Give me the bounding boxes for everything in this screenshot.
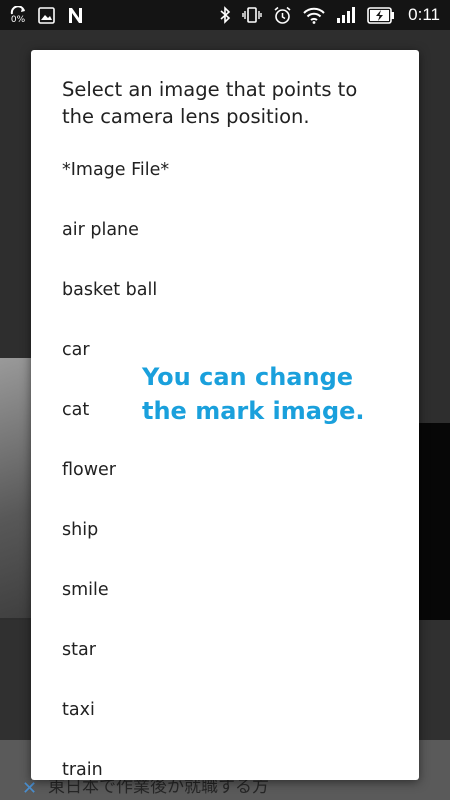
overlay-annotation-line-2: the mark image. [142, 397, 365, 425]
clock: 0:11 [408, 5, 440, 24]
image-icon [38, 6, 55, 24]
option-train[interactable]: train [31, 740, 419, 780]
vibrate-icon [242, 6, 262, 24]
option-image-file[interactable]: *Image File* [31, 140, 419, 200]
data-saver-percent: 0% [10, 14, 26, 25]
option-smile[interactable]: smile [31, 560, 419, 620]
overlay-annotation: You can change the mark image. [142, 360, 402, 428]
overlay-annotation-line-1: You can change [142, 363, 354, 391]
signal-icon [336, 6, 356, 24]
option-air-plane[interactable]: air plane [31, 200, 419, 260]
option-star[interactable]: star [31, 620, 419, 680]
wifi-icon [303, 7, 325, 24]
status-bar: 0% 0:11 [0, 0, 450, 30]
option-basket-ball[interactable]: basket ball [31, 260, 419, 320]
option-taxi[interactable]: taxi [31, 680, 419, 740]
alarm-icon [273, 6, 292, 25]
close-icon[interactable]: ✕ [22, 778, 37, 799]
battery-charging-icon [367, 6, 395, 24]
background-dark-panel [419, 423, 450, 623]
dialog-title: Select an image that points to the camer… [62, 78, 358, 128]
option-flower[interactable]: flower [31, 440, 419, 500]
data-saver-icon: 0% [10, 5, 26, 25]
option-ship[interactable]: ship [31, 500, 419, 560]
bluetooth-icon [219, 6, 231, 24]
n-notification-icon [67, 7, 84, 24]
image-option-list: *Image File* air plane basket ball car c… [31, 140, 419, 780]
background-camera-preview-edge [0, 358, 31, 618]
